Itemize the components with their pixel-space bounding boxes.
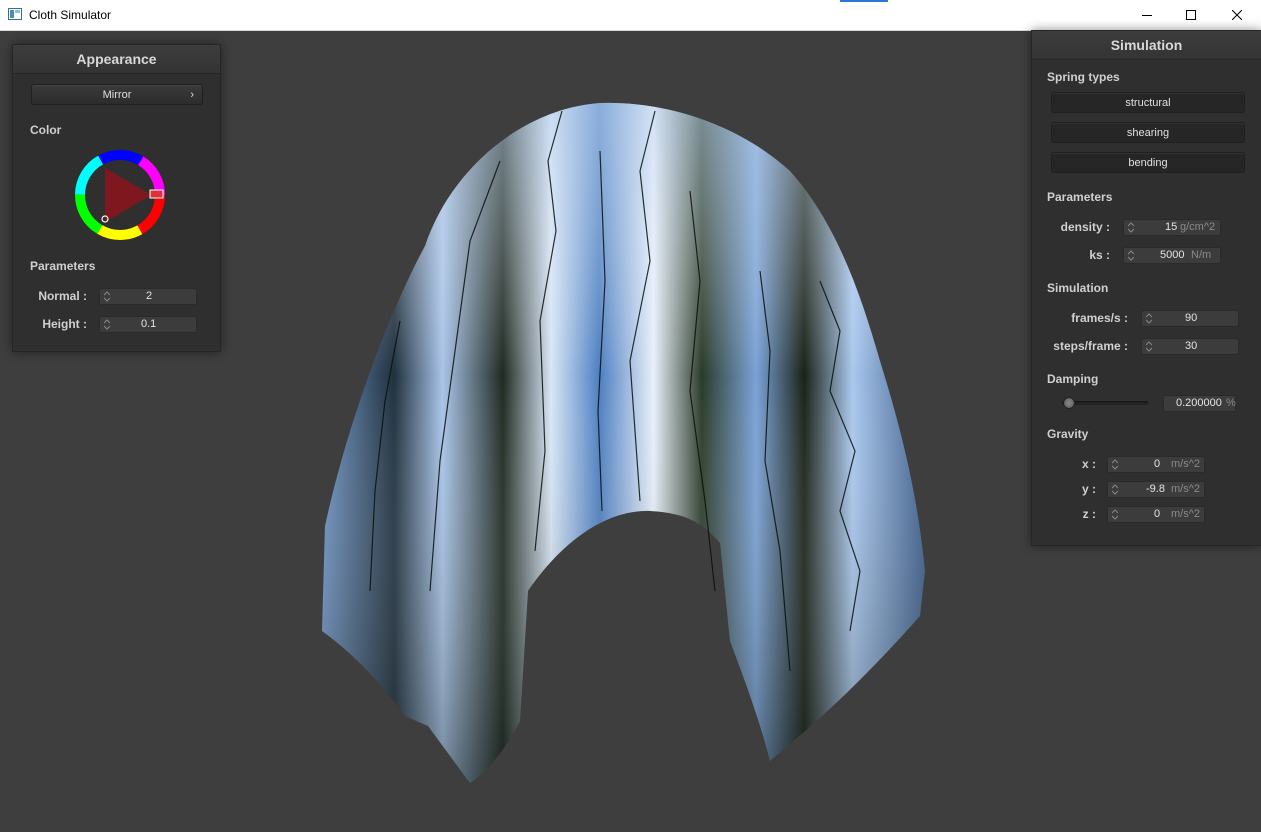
appearance-panel: Appearance Mirror › Color Parameters Nor… <box>12 44 221 352</box>
spinner-icon <box>1128 250 1134 261</box>
spinner-icon <box>104 291 110 302</box>
density-unit: g/cm^2 <box>1180 221 1216 233</box>
density-input[interactable]: 15 g/cm^2 <box>1123 219 1221 236</box>
close-icon <box>1232 10 1242 20</box>
gravity-z-unit: m/s^2 <box>1171 508 1200 520</box>
title-bar: Cloth Simulator <box>0 0 1261 31</box>
fps-value: 90 <box>1185 312 1198 324</box>
gravity-z-input[interactable]: 0 m/s^2 <box>1107 506 1205 523</box>
damping-slider-knob[interactable] <box>1062 397 1075 409</box>
chevron-right-icon: › <box>190 89 194 101</box>
damping-label: Damping <box>1047 372 1099 386</box>
shader-select-label: Mirror <box>102 89 132 101</box>
simulation-header: Simulation <box>1032 31 1261 60</box>
gravity-z-label: z : <box>1082 507 1096 521</box>
height-label: Height : <box>42 317 87 331</box>
minimize-button[interactable] <box>1124 0 1170 30</box>
sim-parameters-label: Parameters <box>1047 190 1113 204</box>
gravity-x-label: x : <box>1081 457 1096 471</box>
maximize-button[interactable] <box>1168 0 1214 30</box>
gravity-x-unit: m/s^2 <box>1171 458 1200 470</box>
cloth-shading <box>322 102 925 783</box>
spring-types-label: Spring types <box>1047 70 1120 84</box>
normal-label: Normal : <box>38 289 87 303</box>
damping-input[interactable]: 0.200000 % <box>1163 395 1236 412</box>
damping-slider-track[interactable] <box>1062 401 1148 405</box>
window-title: Cloth Simulator <box>29 8 112 22</box>
hue-marker[interactable] <box>149 189 164 199</box>
height-input[interactable]: 0.1 <box>99 316 197 333</box>
ks-unit: N/m <box>1191 249 1212 261</box>
structural-button[interactable]: structural <box>1051 92 1245 113</box>
minimize-icon <box>1142 15 1152 16</box>
damping-unit: % <box>1226 397 1236 409</box>
bending-button[interactable]: bending <box>1051 152 1245 173</box>
app-icon <box>8 8 22 20</box>
gravity-y-label: y : <box>1081 482 1096 496</box>
ks-label: ks : <box>1089 248 1110 262</box>
density-label: density : <box>1060 220 1110 234</box>
steps-value: 30 <box>1185 340 1198 352</box>
spinner-icon <box>1112 459 1118 470</box>
normal-input[interactable]: 2 <box>99 288 197 305</box>
ks-input[interactable]: 5000 N/m <box>1123 247 1221 264</box>
appearance-parameters-label: Parameters <box>30 259 96 273</box>
ks-value: 5000 <box>1160 249 1185 261</box>
spinner-icon <box>1146 341 1152 352</box>
spinner-icon <box>1112 484 1118 495</box>
shader-select-button[interactable]: Mirror › <box>31 84 203 105</box>
steps-label: steps/frame : <box>1053 339 1128 353</box>
color-wheel[interactable] <box>73 148 167 242</box>
simulation-section-label: Simulation <box>1047 281 1109 295</box>
height-value: 0.1 <box>141 318 157 330</box>
spinner-icon <box>1146 313 1152 324</box>
color-label: Color <box>30 123 62 137</box>
title-accent <box>840 0 888 2</box>
shearing-button[interactable]: shearing <box>1051 122 1245 143</box>
spinner-icon <box>104 319 110 330</box>
appearance-header: Appearance <box>13 45 220 74</box>
gravity-y-input[interactable]: -9.8 m/s^2 <box>1107 481 1205 498</box>
simulation-panel: Simulation Spring types structural shear… <box>1031 30 1261 546</box>
damping-value: 0.200000 <box>1176 397 1222 409</box>
steps-input[interactable]: 30 <box>1141 338 1239 355</box>
normal-value: 2 <box>146 290 153 302</box>
spinner-icon <box>1112 509 1118 520</box>
gravity-y-value: -9.8 <box>1146 483 1165 495</box>
fps-input[interactable]: 90 <box>1141 310 1239 327</box>
density-value: 15 <box>1165 221 1178 233</box>
close-button[interactable] <box>1214 0 1260 30</box>
gravity-y-unit: m/s^2 <box>1171 483 1200 495</box>
gravity-x-input[interactable]: 0 m/s^2 <box>1107 456 1205 473</box>
spinner-icon <box>1128 222 1134 233</box>
gravity-label: Gravity <box>1047 427 1089 441</box>
maximize-icon <box>1186 10 1196 20</box>
gravity-z-value: 0 <box>1154 508 1161 520</box>
gravity-x-value: 0 <box>1154 458 1161 470</box>
fps-label: frames/s : <box>1071 311 1128 325</box>
